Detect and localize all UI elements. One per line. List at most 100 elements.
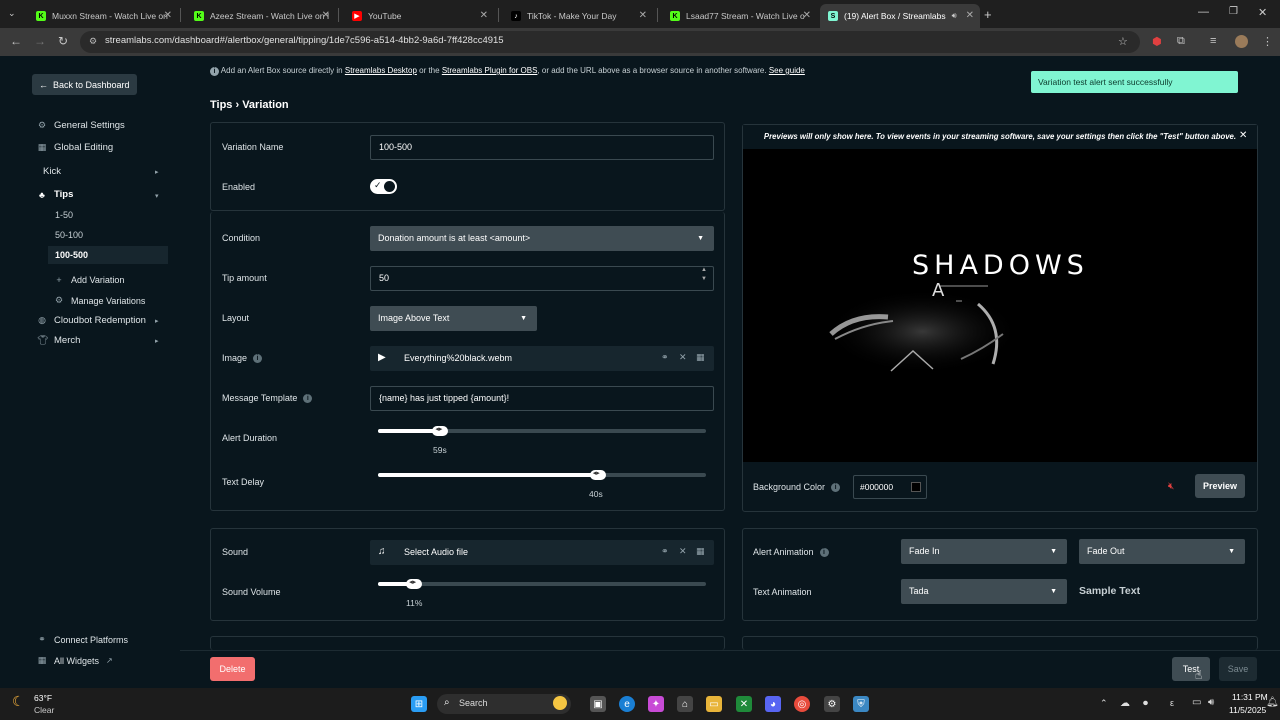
browser-tab-1[interactable]: K Muxxn Stream - Watch Live on ✕ <box>28 4 178 28</box>
alert-duration-slider[interactable] <box>378 425 706 436</box>
clock-time[interactable]: 11:31 PM <box>1232 692 1268 702</box>
manage-variations-button[interactable]: ⚙ Manage Variations <box>54 295 145 306</box>
background-color-input[interactable]: #000000 <box>853 475 927 499</box>
info-icon[interactable]: i <box>831 482 841 492</box>
mute-icon[interactable]: 🔇︎ <box>1168 481 1174 492</box>
settings-icon[interactable]: ⚙ <box>824 696 840 712</box>
save-button[interactable]: Save <box>1219 657 1257 681</box>
bookmark-star-icon[interactable]: ☆ <box>1118 35 1128 48</box>
sidebar-item-tips[interactable]: ♣ Tips <box>37 189 73 200</box>
close-icon[interactable]: ✕ <box>803 10 811 21</box>
profile-avatar[interactable] <box>1235 35 1248 48</box>
sound-volume-slider[interactable] <box>378 578 706 589</box>
browser-tab-4[interactable]: ♪ TikTok - Make Your Day ✕ <box>503 4 653 28</box>
browser-tab-2[interactable]: K Azeez Stream - Watch Live on I ✕ <box>186 4 336 28</box>
store-icon[interactable]: ⌂ <box>677 696 693 712</box>
layout-select[interactable]: Image Above Text ▼ <box>370 306 537 331</box>
text-animation-select[interactable]: Tada ▼ <box>901 579 1067 604</box>
close-icon[interactable]: ✕ <box>966 10 974 21</box>
test-button[interactable]: Test <box>1172 657 1210 681</box>
number-stepper-icon[interactable]: ▲ ▼ <box>701 266 707 284</box>
close-icon[interactable]: ✕ <box>1239 130 1247 141</box>
link-icon[interactable]: ⚭ <box>661 546 669 557</box>
info-icon[interactable]: i <box>253 353 263 363</box>
microphone-icon[interactable]: ⏺ <box>1143 698 1148 709</box>
variation-name-input[interactable]: 100-500 <box>370 135 714 160</box>
sidebar-item-merch[interactable]: 👕︎ Merch <box>37 335 80 346</box>
sidebar-variation-100-500[interactable]: 100-500 <box>48 246 168 264</box>
alert-animation-in-select[interactable]: Fade In ▼ <box>901 539 1067 564</box>
tab-search-chevron-icon[interactable]: ⌄ <box>8 8 16 19</box>
browser-menu-icon[interactable]: ⋮ <box>1262 35 1273 48</box>
weather-temp[interactable]: 63°F <box>34 693 52 703</box>
network-icon[interactable]: ▭ <box>1192 697 1201 708</box>
text-delay-slider[interactable] <box>378 469 706 480</box>
chevron-right-icon[interactable]: ▸ <box>155 317 159 325</box>
forward-arrow-icon[interactable]: → <box>34 34 46 48</box>
all-widgets-link[interactable]: ▦ All Widgets ↗ <box>37 655 113 666</box>
discord-icon[interactable]: ◕ <box>765 696 781 712</box>
browser-tab-6-active[interactable]: S (19) Alert Box / Streamlabs 🔊︎ ✕ <box>820 4 980 28</box>
grid-icon[interactable]: ▦ <box>696 352 705 363</box>
speaker-icon[interactable]: 🔊︎ <box>952 11 957 21</box>
info-icon[interactable]: i <box>303 393 313 403</box>
cloud-icon[interactable]: ☁ <box>1120 698 1130 709</box>
clear-icon[interactable]: ✕ <box>679 546 687 557</box>
chevron-down-icon[interactable]: ▾ <box>155 192 159 200</box>
copilot-icon[interactable]: ✦ <box>648 696 664 712</box>
enabled-toggle[interactable]: ✓ <box>370 179 397 194</box>
see-guide-link[interactable]: See guide <box>769 66 805 75</box>
volume-icon[interactable]: 🔊︎ <box>1208 697 1214 708</box>
clock-date[interactable]: 11/5/2025 <box>1229 705 1266 715</box>
close-icon[interactable]: ✕ <box>322 10 330 21</box>
preview-button[interactable]: Preview <box>1195 474 1245 498</box>
file-explorer-icon[interactable]: ▭ <box>706 696 722 712</box>
edge-icon[interactable]: e <box>619 696 635 712</box>
new-tab-button[interactable]: + <box>984 7 992 22</box>
sidebar-item-cloudbot-redemption[interactable]: ◍ Cloudbot Redemption <box>37 315 146 326</box>
color-swatch[interactable] <box>911 482 921 492</box>
alert-animation-out-select[interactable]: Fade Out ▼ <box>1079 539 1245 564</box>
image-file-picker[interactable]: ▶ Everything%20black.webm ⚭ ✕ ▦ <box>370 346 714 371</box>
minimize-icon[interactable]: — <box>1198 6 1209 18</box>
windows-start-icon[interactable]: ⊞ <box>411 696 427 712</box>
grid-icon[interactable]: ▦ <box>696 546 705 557</box>
weather-icon[interactable]: ☾ <box>12 693 25 710</box>
sidebar-item-kick[interactable]: Kick <box>43 166 61 177</box>
chevron-right-icon[interactable]: ▸ <box>155 337 159 345</box>
streamlabs-plugin-link[interactable]: Streamlabs Plugin for OBS <box>442 66 538 75</box>
clear-icon[interactable]: ✕ <box>679 352 687 363</box>
defender-icon[interactable]: ⛨ <box>853 696 869 712</box>
slider-handle[interactable] <box>589 469 606 480</box>
chrome-icon[interactable]: ◎ <box>794 696 810 712</box>
media-control-icon[interactable]: ≡ <box>1210 35 1216 47</box>
sidebar-variation-1-50[interactable]: 1-50 <box>55 210 73 220</box>
audio-file-picker[interactable]: ♫ Select Audio file ⚭ ✕ ▦ <box>370 540 714 565</box>
streamlabs-desktop-link[interactable]: Streamlabs Desktop <box>345 66 417 75</box>
maximize-icon[interactable]: ❐ <box>1229 6 1238 17</box>
tray-chevron-icon[interactable]: ⌃ <box>1100 698 1108 709</box>
message-template-input[interactable]: {name} has just tipped {amount}! <box>370 386 714 411</box>
ime-icon[interactable]: ε <box>1170 698 1174 708</box>
delete-button[interactable]: Delete <box>210 657 255 681</box>
reload-icon[interactable]: ↻ <box>58 34 68 48</box>
tip-amount-input[interactable]: 50 ▲ ▼ <box>370 266 714 291</box>
extensions-icon[interactable]: ⧉ <box>1177 35 1185 48</box>
site-info-icon[interactable]: ⚙ <box>89 36 97 47</box>
window-close-icon[interactable]: ✕ <box>1258 6 1267 19</box>
task-view-icon[interactable]: ▣ <box>590 696 606 712</box>
back-to-dashboard-button[interactable]: ← Back to Dashboard <box>32 74 137 95</box>
slider-handle[interactable] <box>406 578 423 589</box>
extension-badge-icon[interactable]: ⬢ <box>1152 35 1162 48</box>
link-icon[interactable]: ⚭ <box>661 352 669 363</box>
info-icon[interactable]: i <box>819 547 829 557</box>
add-variation-button[interactable]: + Add Variation <box>54 275 124 285</box>
back-arrow-icon[interactable]: ← <box>10 34 22 48</box>
condition-select[interactable]: Donation amount is at least <amount> ▼ <box>370 226 714 251</box>
close-icon[interactable]: ✕ <box>480 10 488 21</box>
browser-tab-3[interactable]: ▶ YouTube ✕ <box>344 4 494 28</box>
url-text[interactable]: streamlabs.com/dashboard#/alertbox/gener… <box>105 35 504 46</box>
notification-bell-icon[interactable]: 🔔︎ <box>1266 697 1279 708</box>
xbox-icon[interactable]: ✕ <box>736 696 752 712</box>
close-icon[interactable]: ✕ <box>164 10 172 21</box>
